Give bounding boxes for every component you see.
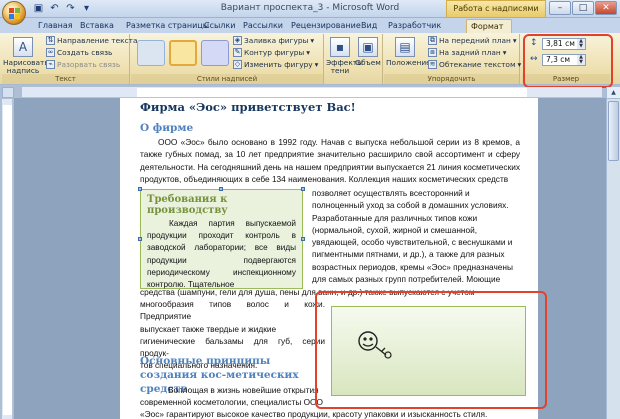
style-preset-1[interactable] (137, 40, 165, 66)
minimize-icon[interactable]: – (549, 1, 571, 15)
cube-icon: ▣ (358, 37, 378, 57)
shape-outline-button[interactable]: ✎ Контур фигуры ▾ (233, 48, 310, 57)
principles-line-2: современной косметологии, специалисты ОО… (140, 397, 323, 407)
resize-handle[interactable] (138, 237, 142, 241)
textbox-icon: A (13, 37, 33, 57)
window-controls: – □ ✕ (549, 1, 617, 15)
group-arrange: ▤ Положение ⧉ На передний план ▾ ⧈ На за… (384, 34, 521, 84)
text-direction-button[interactable]: ⇅ Направление текста (46, 36, 138, 45)
position-button[interactable]: ▤ Положение (386, 37, 431, 67)
principles-line-1: Воплощая в жизнь новейшие открытия (168, 385, 319, 395)
doc-title: Фирма «Эос» приветствует Вас! (140, 100, 356, 114)
last-line: «Эос» гарантируют высокое качество проду… (140, 409, 488, 419)
tab-insert[interactable]: Вставка (76, 19, 118, 33)
tab-home[interactable]: Главная (34, 19, 77, 33)
wrap-icon: ≋ (428, 60, 437, 69)
resize-handle[interactable] (219, 187, 223, 191)
bring-front-icon: ⧉ (428, 36, 437, 45)
tab-format[interactable]: Формат (466, 19, 512, 33)
break-link-icon: ⌁ (46, 60, 55, 69)
create-link-button[interactable]: ∞ Создать связь (46, 48, 112, 57)
text-wrap-button[interactable]: ≋ Обтекание текстом ▾ (428, 60, 521, 69)
picture-highlight-frame (315, 291, 547, 409)
heading-about: О фирме (140, 122, 194, 134)
paint-bucket-icon: ◈ (233, 36, 242, 45)
resize-handle[interactable] (138, 187, 142, 191)
office-button[interactable] (2, 1, 26, 25)
size-group-highlight (523, 34, 613, 88)
text-direction-icon: ⇅ (46, 36, 55, 45)
paragraph-about: ООО «Эос» было основано в 1992 году. Нач… (140, 137, 520, 184)
group-textbox-styles: ◈ Заливка фигуры ▾ ✎ Контур фигуры ▾ ◇ И… (131, 34, 324, 84)
group-label: Стили надписей (131, 74, 323, 84)
position-icon: ▤ (395, 37, 415, 57)
group-label: Текст (2, 74, 129, 84)
group-text: A Нарисовать надпись ⇅ Направление текст… (2, 34, 138, 84)
resize-handle[interactable] (301, 237, 305, 241)
tab-developer[interactable]: Разработчик (384, 19, 445, 33)
tab-view[interactable]: Вид (357, 19, 381, 33)
title-bar: ▣ ↶ ↷ ▾ Вариант проспекта_3 - Microsoft … (0, 0, 620, 18)
style-preset-3[interactable] (201, 40, 229, 66)
break-link-button[interactable]: ⌁ Разорвать связь (46, 60, 120, 69)
vertical-ruler[interactable] (2, 99, 13, 419)
right-column: позволяет осуществлять всесторонний и по… (312, 188, 513, 285)
resize-handle[interactable] (301, 187, 305, 191)
style-preset-2[interactable] (169, 40, 197, 66)
group-effects: ▪ Эффекты тени ▣ Объем (325, 34, 383, 84)
scroll-up-icon[interactable]: ▲ (607, 87, 620, 99)
shadow-effects-button[interactable]: ▪ Эффекты тени (326, 37, 363, 75)
pen-icon: ✎ (233, 48, 242, 57)
shapes-icon: ◇ (233, 60, 242, 69)
scroll-thumb[interactable] (608, 101, 619, 161)
tab-references[interactable]: Ссылки (200, 19, 239, 33)
3d-effects-button[interactable]: ▣ Объем (354, 37, 382, 67)
bring-front-button[interactable]: ⧉ На передний план ▾ (428, 36, 517, 45)
close-icon[interactable]: ✕ (595, 1, 617, 15)
vertical-scrollbar[interactable]: ▲ (606, 87, 620, 419)
change-shape-button[interactable]: ◇ Изменить фигуру ▾ (233, 60, 318, 69)
ribbon-tabs: Главная Вставка Разметка страницы Ссылки… (0, 18, 620, 33)
maximize-icon[interactable]: □ (572, 1, 594, 15)
context-tab-header: Работа с надписями (446, 0, 546, 18)
sidebar-textbox[interactable]: Требования к производству Каждая партия … (140, 189, 303, 289)
send-back-icon: ⧈ (428, 48, 437, 57)
group-label: Упорядочить (384, 74, 519, 84)
shape-fill-button[interactable]: ◈ Заливка фигуры ▾ (233, 36, 314, 45)
sidebar-text: Каждая партия выпускаемой продукции прох… (147, 219, 296, 290)
link-icon: ∞ (46, 48, 55, 57)
shadow-icon: ▪ (330, 37, 350, 57)
tab-review[interactable]: Рецензирование (287, 19, 365, 33)
send-back-button[interactable]: ⧈ На задний план ▾ (428, 48, 506, 57)
sidebar-heading: Требования к производству (147, 194, 228, 216)
horizontal-ruler[interactable] (22, 87, 602, 98)
ruler-toggle[interactable] (2, 87, 14, 98)
draw-textbox-button[interactable]: A Нарисовать надпись (3, 37, 49, 75)
tab-mailings[interactable]: Рассылки (239, 19, 287, 33)
word-window: ▣ ↶ ↷ ▾ Вариант проспекта_3 - Microsoft … (0, 0, 620, 419)
